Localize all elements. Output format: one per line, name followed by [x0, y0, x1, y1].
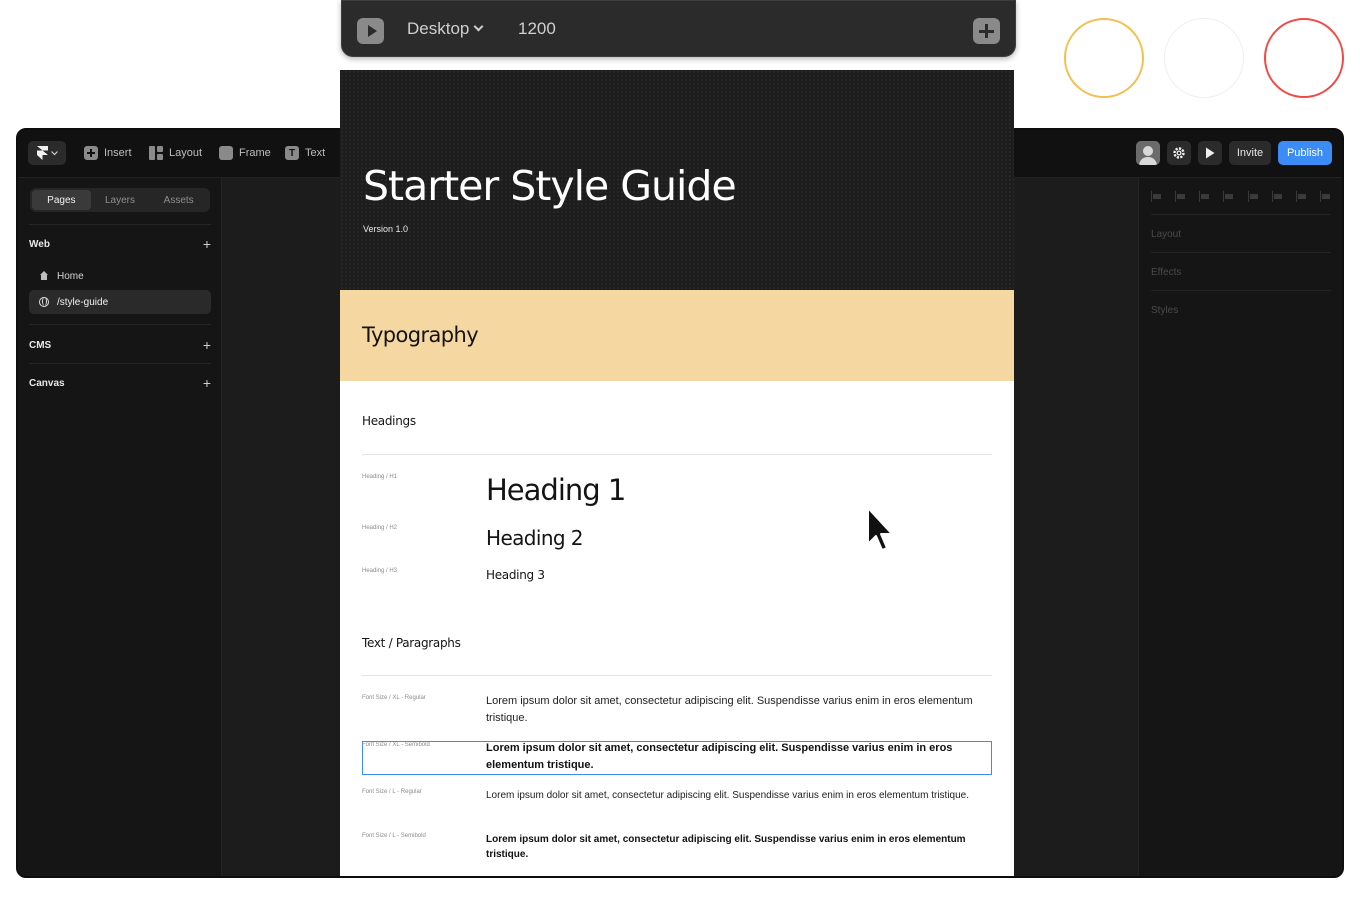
align-center-icon[interactable]	[1175, 190, 1186, 202]
distribute-vertical-icon[interactable]	[1319, 190, 1331, 202]
cms-section-label: CMS	[29, 339, 52, 351]
divider	[1151, 252, 1331, 253]
align-middle-icon[interactable]	[1247, 190, 1259, 202]
divider	[29, 324, 211, 325]
paragraph-sample[interactable]: Lorem ipsum dolor sit amet, consectetur …	[486, 832, 986, 862]
add-breakpoint-icon[interactable]	[973, 18, 1000, 44]
hero-section[interactable]: Starter Style Guide Version 1.0	[340, 70, 1014, 290]
left-panel: Pages Layers Assets Web + Home /style-gu…	[18, 178, 222, 876]
divider	[1151, 290, 1331, 291]
text-paragraphs-label: Text / Paragraphs	[362, 636, 461, 650]
add-canvas-button[interactable]: +	[203, 375, 211, 391]
frame-icon	[219, 146, 233, 160]
version-label: Version 1.0	[363, 224, 409, 234]
tab-layers[interactable]: Layers	[91, 190, 150, 210]
settings-button[interactable]	[1167, 141, 1191, 165]
globe-icon	[39, 297, 49, 307]
paragraph-sample[interactable]: Lorem ipsum dolor sit amet, consectetur …	[486, 740, 986, 774]
page-item-style-guide[interactable]: /style-guide	[29, 290, 211, 314]
align-bottom-icon[interactable]	[1271, 190, 1283, 202]
paragraph-tag: Font Size / XL - Semibold	[362, 742, 430, 748]
paragraph-tag: Font Size / L - Semibold	[362, 833, 426, 839]
tab-assets[interactable]: Assets	[149, 190, 208, 210]
heading-tag: Heading / H1	[362, 474, 398, 480]
breakpoint-toolbar: Desktop 1200	[341, 0, 1016, 57]
paragraph-sample[interactable]: Lorem ipsum dolor sit amet, consectetur …	[486, 788, 986, 803]
divider	[362, 454, 992, 455]
canvas-section-label: Canvas	[29, 377, 65, 389]
frame-label: Frame	[239, 147, 271, 159]
layout-section[interactable]: Layout	[1151, 229, 1331, 240]
divider	[362, 675, 992, 676]
distribute-horizontal-icon[interactable]	[1295, 190, 1307, 202]
framer-menu-button[interactable]	[28, 141, 66, 165]
heading-3-sample[interactable]: Heading 3	[486, 568, 545, 582]
page-title: Starter Style Guide	[363, 162, 737, 210]
avatar[interactable]	[1136, 141, 1160, 165]
frame-button[interactable]: Frame	[219, 144, 271, 162]
device-label: Desktop	[407, 19, 470, 38]
insert-label: Insert	[104, 147, 132, 159]
red-circle	[1264, 18, 1344, 98]
styles-section[interactable]: Styles	[1151, 305, 1331, 316]
effects-section[interactable]: Effects	[1151, 267, 1331, 278]
canvas-page[interactable]: Starter Style Guide Version 1.0 Typograp…	[340, 70, 1014, 876]
add-page-button[interactable]: +	[203, 236, 211, 252]
layout-icon	[149, 146, 163, 160]
plus-icon	[84, 146, 98, 160]
home-icon	[39, 271, 49, 281]
divider	[1151, 214, 1331, 215]
yellow-circle	[1064, 18, 1144, 98]
align-top-icon[interactable]	[1223, 190, 1234, 202]
heading-1-sample[interactable]: Heading 1	[486, 473, 626, 507]
text-label: Text	[305, 147, 326, 159]
section-title: Typography	[362, 323, 479, 347]
cms-section-header: CMS +	[29, 337, 211, 353]
play-icon[interactable]	[357, 18, 384, 44]
align-right-icon[interactable]	[1199, 190, 1210, 202]
paragraph-tag: Font Size / XL - Regular	[362, 695, 426, 701]
align-left-icon[interactable]	[1151, 190, 1162, 202]
mouse-cursor-icon	[867, 507, 893, 551]
paragraph-sample[interactable]: Lorem ipsum dolor sit amet, consectetur …	[486, 693, 986, 727]
user-avatar-icon	[1136, 141, 1160, 165]
alignment-toolbar	[1151, 186, 1331, 206]
paragraph-tag: Font Size / L - Regular	[362, 789, 422, 795]
tab-pages[interactable]: Pages	[32, 190, 91, 210]
divider	[29, 363, 211, 364]
chevron-down-icon	[50, 150, 58, 155]
white-circle	[1164, 18, 1244, 98]
canvas-section-header: Canvas +	[29, 375, 211, 391]
panel-tabs: Pages Layers Assets	[30, 188, 210, 212]
page-item-home[interactable]: Home	[29, 264, 211, 288]
heading-tag: Heading / H2	[362, 525, 398, 531]
preview-button[interactable]	[1198, 141, 1222, 165]
add-collection-button[interactable]: +	[203, 337, 211, 353]
framer-logo-icon	[36, 146, 48, 160]
gear-icon	[1173, 147, 1185, 159]
web-section-header: Web +	[29, 236, 211, 252]
heading-2-sample[interactable]: Heading 2	[486, 526, 584, 550]
invite-button[interactable]: Invite	[1229, 141, 1271, 165]
heading-tag: Heading / H3	[362, 568, 398, 574]
page-item-label: /style-guide	[57, 296, 109, 308]
layout-label: Layout	[169, 147, 203, 159]
breakpoint-width[interactable]: 1200	[518, 19, 556, 39]
web-section-label: Web	[29, 238, 50, 250]
typography-band[interactable]: Typography	[340, 290, 1014, 381]
device-dropdown[interactable]: Desktop	[407, 19, 484, 39]
right-panel: Layout Effects Styles	[1138, 178, 1342, 876]
layout-button[interactable]: Layout	[149, 144, 202, 162]
insert-button[interactable]: Insert	[84, 144, 132, 162]
chevron-down-icon	[473, 21, 484, 32]
text-icon: T	[285, 146, 299, 160]
headings-label: Headings	[362, 414, 416, 428]
play-icon	[1206, 147, 1215, 159]
divider	[29, 224, 211, 225]
text-button[interactable]: T Text	[285, 144, 325, 162]
publish-button[interactable]: Publish	[1278, 141, 1332, 165]
page-item-label: Home	[57, 270, 84, 282]
